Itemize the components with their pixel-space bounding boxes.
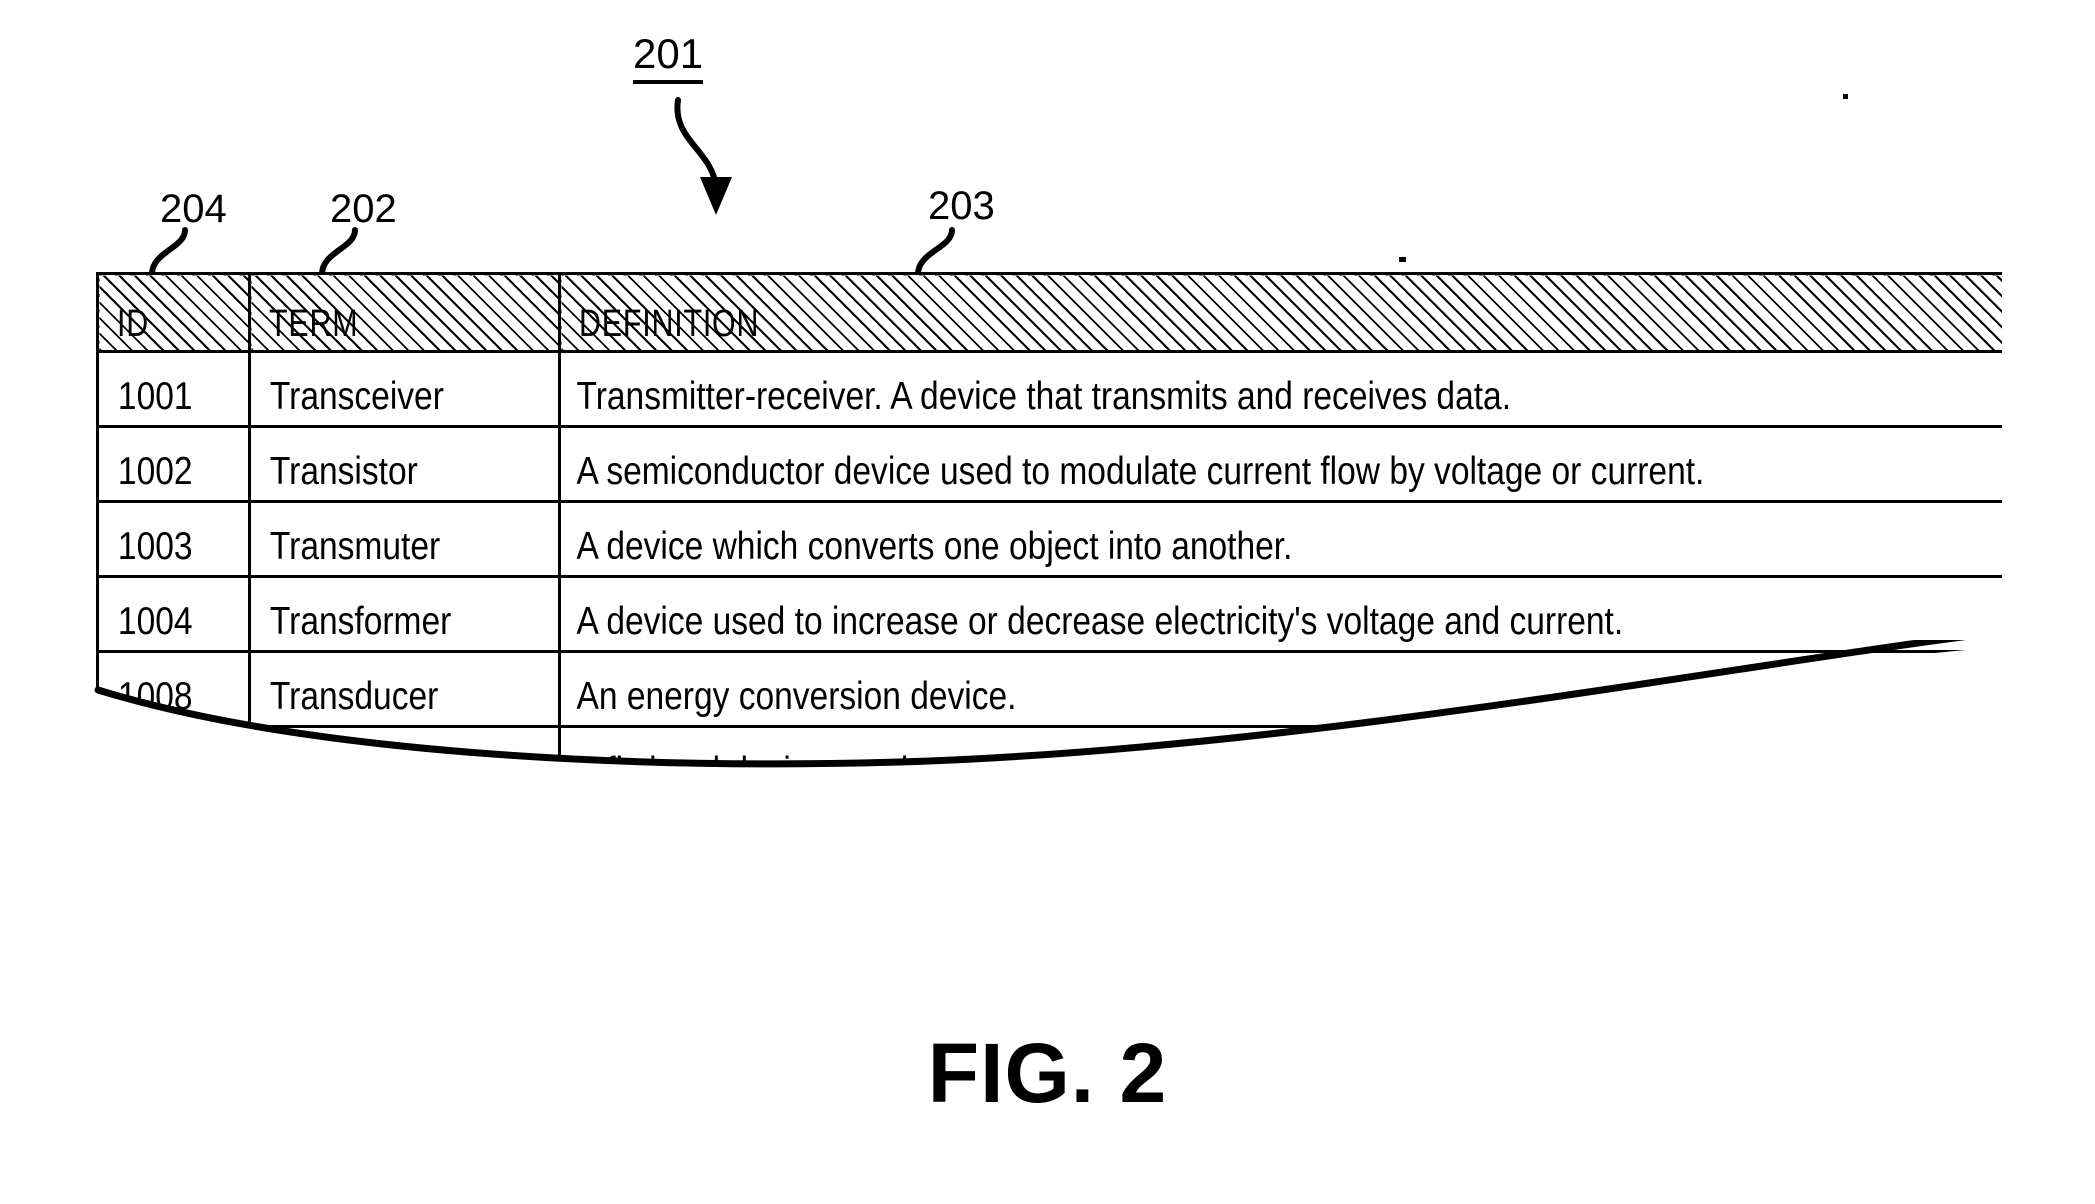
leader-line-203	[915, 227, 955, 277]
cell-id-text: 1001	[117, 375, 193, 418]
cell-term: Transistor	[248, 425, 561, 503]
cell-definition: An energy conversion device.	[558, 650, 2002, 728]
cell-definition-text: An energy conversion device.	[576, 675, 1017, 718]
glossary-table: ID TERM DEFINITION 1001 Transceiver Tran…	[96, 272, 2002, 972]
cell-id-text: 1010	[117, 750, 193, 793]
cell-id: 1011	[96, 800, 251, 878]
cell-id: 1003	[96, 500, 251, 578]
cell-id: 1004	[96, 575, 251, 653]
table-row: 1008 Transducer An energy conversion dev…	[96, 650, 2002, 728]
cell-term-text: Transformer	[269, 600, 452, 643]
leader-line-202	[319, 227, 358, 277]
cell-id: 1008	[96, 650, 251, 728]
leader-line-201	[674, 97, 732, 215]
cell-term: Transformer	[248, 575, 561, 653]
column-header-definition-label: DEFINITION	[579, 303, 760, 345]
cell-id-text: 1011	[117, 825, 191, 868]
table-header: ID TERM DEFINITION	[96, 272, 2002, 353]
cell-term-text: Transmogrifier	[269, 750, 485, 793]
reference-numeral-203: 203	[928, 184, 995, 228]
column-header-id: ID	[96, 272, 251, 353]
cell-definition: A device used to increase or decrease el…	[558, 575, 2002, 653]
cell-definition-text: A device used to increase or decrease el…	[576, 600, 1624, 643]
table-row: 1002 Transistor A semiconductor device u…	[96, 425, 2002, 503]
cell-definition: Transmitter-receiver. A device that tran…	[558, 350, 2002, 428]
cell-id-text: 1002	[117, 450, 193, 493]
cell-definition-text: A semiconductor device used to modulate …	[576, 450, 1705, 493]
column-header-definition: DEFINITION	[558, 272, 2002, 353]
scan-speck	[1399, 257, 1406, 262]
header-row: ID TERM DEFINITION	[96, 272, 2002, 353]
cell-id: 1002	[96, 425, 251, 503]
table-row: 1004 Transformer A device used to increa…	[96, 575, 2002, 653]
table-row: 1011 Transmitter An electronic device th…	[96, 800, 2002, 878]
cell-definition-text: A fictional device employed by cartoon c…	[576, 750, 1720, 793]
cell-definition: A semiconductor device used to modulate …	[558, 425, 2002, 503]
cell-term-text: Transceiver	[269, 375, 444, 418]
cell-term: Transmuter	[248, 500, 561, 578]
cell-term: Transmitter	[248, 800, 561, 878]
scan-speck	[1843, 94, 1848, 99]
cell-definition: An electronic device that...	[558, 800, 2002, 878]
column-header-term: TERM	[248, 272, 561, 353]
cell-term-text: Transducer	[269, 675, 439, 718]
cell-term-text: Transmuter	[269, 525, 441, 568]
figure-caption: FIG. 2	[927, 1026, 1168, 1120]
patent-figure: 201 204 202 203 ID TERM DEFINITION 1001 …	[0, 0, 2095, 1204]
table-row: 1003 Transmuter A device which converts …	[96, 500, 2002, 578]
cell-id-text: 1008	[117, 675, 193, 718]
cell-id-text: 1003	[117, 525, 193, 568]
leader-line-204	[149, 227, 188, 277]
table-row: 1010 Transmogrifier A fictional device e…	[96, 725, 2002, 803]
cell-definition-text: A device which converts one object into …	[576, 525, 1293, 568]
table-body: 1001 Transceiver Transmitter-receiver. A…	[96, 350, 2002, 878]
reference-numeral-202: 202	[330, 187, 397, 231]
cell-term-text: Transmitter	[269, 825, 439, 868]
column-header-term-label: TERM	[269, 303, 359, 345]
cell-term: Transmogrifier	[248, 725, 561, 803]
cell-id-text: 1004	[117, 600, 193, 643]
column-header-id-label: ID	[117, 303, 149, 345]
cell-definition: A fictional device employed by cartoon c…	[558, 725, 2002, 803]
reference-numeral-201: 201	[633, 30, 704, 84]
cell-definition-text: An electronic device that...	[576, 825, 970, 868]
cell-term: Transducer	[248, 650, 561, 728]
cell-id: 1010	[96, 725, 251, 803]
cell-term-text: Transistor	[269, 450, 418, 493]
cell-definition-text: Transmitter-receiver. A device that tran…	[576, 375, 1512, 418]
reference-numeral-204: 204	[160, 187, 227, 231]
cell-term: Transceiver	[248, 350, 561, 428]
cell-definition: A device which converts one object into …	[558, 500, 2002, 578]
table-201: ID TERM DEFINITION 1001 Transceiver Tran…	[96, 272, 2002, 878]
cell-id: 1001	[96, 350, 251, 428]
table-row: 1001 Transceiver Transmitter-receiver. A…	[96, 350, 2002, 428]
